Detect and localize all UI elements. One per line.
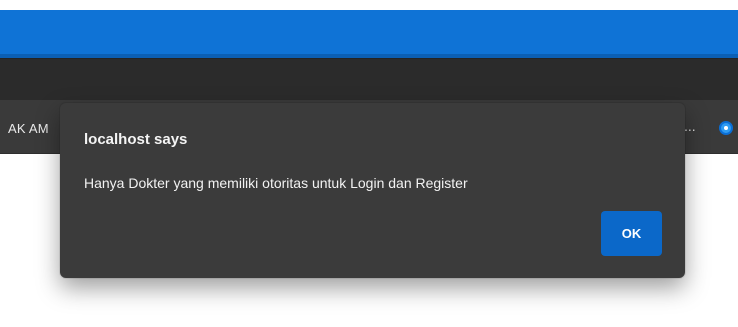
bookmarks-overflow[interactable]: ... [684,118,696,134]
dialog-title: localhost says [84,131,188,148]
edge-icon[interactable] [719,121,733,135]
browser-window: AK AM ... localhost says Hanya Dokter ya… [0,0,738,327]
bookmark-item[interactable]: AK AM [8,121,49,136]
ok-button[interactable]: OK [601,211,662,256]
alert-dialog: localhost says Hanya Dokter yang memilik… [60,103,685,278]
browser-title-bar[interactable] [0,10,738,54]
dialog-message: Hanya Dokter yang memiliki otoritas untu… [84,175,468,191]
browser-toolbar [0,58,738,100]
